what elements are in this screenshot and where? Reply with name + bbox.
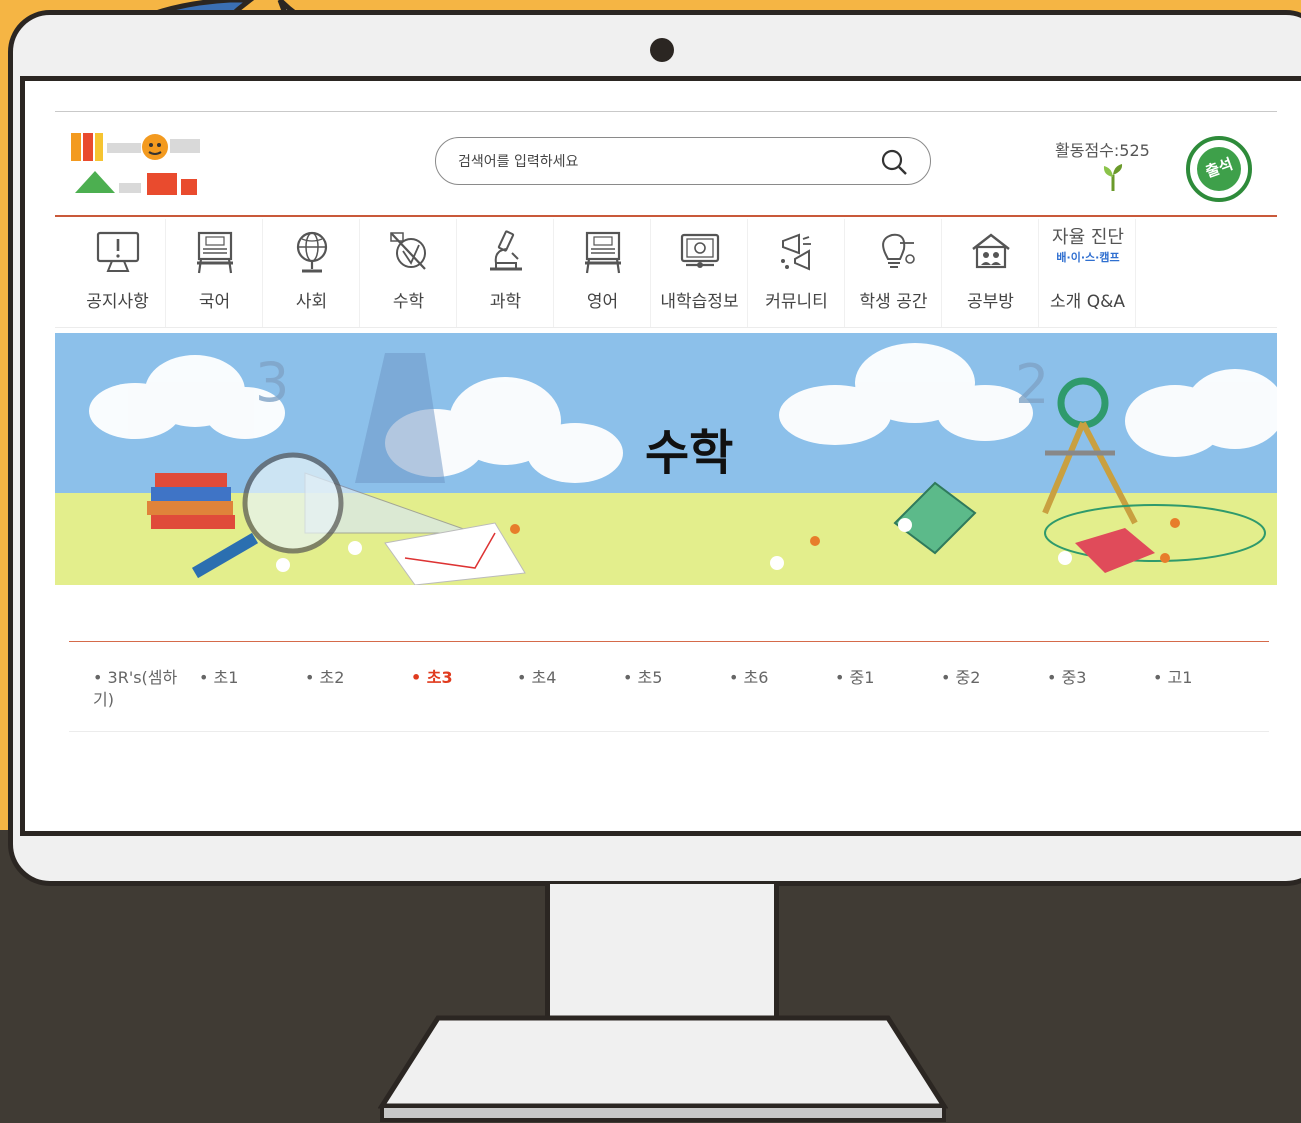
- subnav-item-h1[interactable]: • 고1: [1153, 667, 1253, 689]
- nav-label: 공지사항: [86, 292, 149, 312]
- subnav-item-e6[interactable]: • 초6: [729, 667, 829, 689]
- subnav-item-3rs[interactable]: • 3R's(셈하기): [93, 667, 183, 711]
- monitor-alert-icon: [96, 231, 140, 272]
- nav-item-study-room[interactable]: 공부방: [942, 219, 1039, 327]
- svg-text:2: 2: [1015, 353, 1049, 416]
- camera-dot: [650, 38, 674, 62]
- nav-item-science[interactable]: 과학: [457, 219, 554, 327]
- house-people-icon: [972, 233, 1010, 269]
- nav-label: 소개 Q&A: [1050, 292, 1125, 312]
- nav-item-korean[interactable]: 국어: [166, 219, 263, 327]
- nav-label: 내학습정보: [660, 292, 739, 312]
- activity-score: 활동점수:525: [1055, 141, 1150, 160]
- subnav-bottom-line: [69, 731, 1269, 732]
- subnav-item-e5[interactable]: • 초5: [623, 667, 723, 689]
- nav-label: 과학: [489, 292, 522, 312]
- nav-item-self-diagnosis[interactable]: 자율 진단 배·이·스·캠프 소개 Q&A: [1039, 219, 1136, 327]
- subject-banner: 3 2 수학: [55, 333, 1277, 585]
- search-icon[interactable]: [880, 148, 908, 176]
- nav-item-community[interactable]: 커뮤니티: [748, 219, 845, 327]
- nav-label: 영어: [586, 292, 619, 312]
- math-compass-icon: [390, 232, 426, 270]
- svg-text:3: 3: [255, 351, 289, 414]
- nav-label: 커뮤니티: [765, 292, 828, 312]
- subnav-item-e3[interactable]: • 초3: [411, 667, 511, 689]
- nav-item-notice[interactable]: 공지사항: [69, 219, 166, 327]
- banner-title: 수학: [645, 425, 734, 481]
- monitor-stand: [378, 1015, 948, 1122]
- subnav-item-m2[interactable]: • 중2: [941, 667, 1041, 689]
- site-logo[interactable]: [69, 129, 219, 207]
- megaphone-icon: [781, 233, 811, 271]
- nav-label: 국어: [198, 292, 231, 312]
- microscope-icon: [490, 230, 522, 271]
- monitor-screen: 활동점수:525 출석 공지사항: [20, 76, 1301, 836]
- attendance-stamp[interactable]: 출석: [1185, 135, 1253, 203]
- lightbulb-icon: [882, 233, 915, 268]
- subnav-item-m3[interactable]: • 중3: [1047, 667, 1147, 689]
- subnav-item-e1[interactable]: • 초1: [199, 667, 299, 689]
- nav-label: 학생 공간: [859, 292, 928, 312]
- easel-abc-icon: [585, 231, 621, 274]
- subnav-item-e2[interactable]: • 초2: [305, 667, 405, 689]
- search-box[interactable]: [435, 137, 931, 185]
- nav-item-social[interactable]: 사회: [263, 219, 360, 327]
- search-input[interactable]: [456, 148, 860, 176]
- easel-korean-icon: [197, 231, 233, 274]
- sprout-icon: [1103, 164, 1123, 191]
- nav-label: 사회: [295, 292, 328, 312]
- nav-item-english[interactable]: 영어: [554, 219, 651, 327]
- globe-icon: [296, 231, 328, 273]
- nav-item-math[interactable]: 수학: [360, 219, 457, 327]
- nav-top-line: [55, 215, 1277, 217]
- subnav-top-line: [69, 641, 1269, 642]
- subnav-item-m1[interactable]: • 중1: [835, 667, 935, 689]
- self-diagnosis-brand: 배·이·스·캠프: [1056, 251, 1120, 264]
- nav-item-my-learning[interactable]: 내학습정보: [651, 219, 748, 327]
- self-diagnosis-title: 자율 진단: [1052, 227, 1124, 248]
- certificate-icon: [680, 233, 720, 268]
- nav-label: 공부방: [967, 292, 1014, 312]
- nav-bottom-line: [55, 327, 1277, 328]
- nav-item-student-space[interactable]: 학생 공간: [845, 219, 942, 327]
- main-nav: 공지사항 국어 사회 수학 과학 영어 내학습정보 커뮤니티 학생 공간 공부방…: [69, 219, 1136, 327]
- grade-subnav: • 3R's(셈하기) • 초1 • 초2 • 초3 • 초4 • 초5 • 초…: [69, 661, 1269, 711]
- header-top-line: [55, 111, 1277, 112]
- nav-label: 수학: [392, 292, 425, 312]
- subnav-item-e4[interactable]: • 초4: [517, 667, 617, 689]
